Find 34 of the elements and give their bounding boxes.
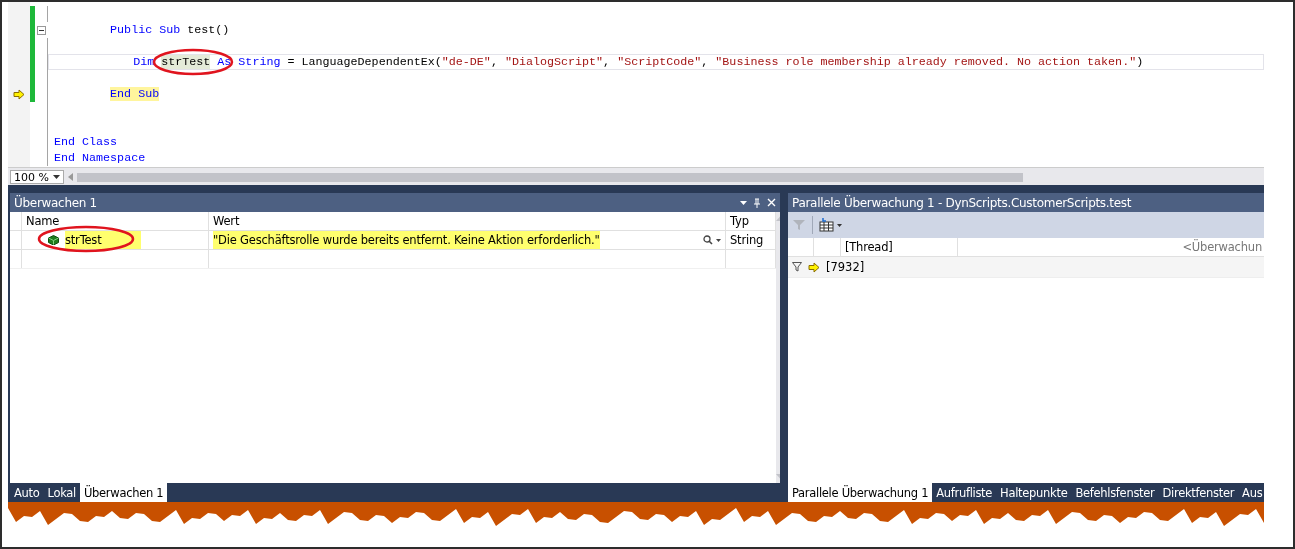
column-header[interactable]: Name [22, 212, 209, 230]
collapse-toggle-icon[interactable] [37, 25, 46, 35]
panel-tab[interactable]: Aus [1238, 483, 1267, 502]
column-header[interactable]: <Überwachun [958, 238, 1264, 256]
panel-tab[interactable]: Lokal [43, 483, 80, 502]
code-line: Public Sub test() [109, 22, 231, 38]
panel-title: Parallele Überwachung 1 - DynScripts.CustomerScripts.test [792, 195, 1133, 210]
panel-tab[interactable]: Aufrufliste [932, 483, 997, 502]
caret-icon [53, 175, 60, 179]
panel-tab[interactable]: Befehlsfenster [1071, 483, 1159, 502]
panel-tab[interactable]: Haltepunkte [996, 483, 1072, 502]
variable-value: "Die Geschäftsrolle wurde bereits entfernt. Keine Aktion erforderlich." [213, 231, 600, 249]
variable-name: strTest [65, 231, 142, 249]
scroll-left-icon[interactable] [68, 173, 73, 181]
panel-title: Überwachen 1 [14, 195, 98, 210]
pin-icon[interactable] [753, 197, 761, 208]
magnifier-icon[interactable] [703, 235, 721, 245]
scrollbar-thumb[interactable] [77, 172, 1023, 182]
panel-tab[interactable]: Auto [10, 483, 44, 502]
code-line: End Namespace [54, 150, 147, 166]
panel-tab[interactable]: Direktfenster [1158, 483, 1239, 502]
flag-filter-icon[interactable] [791, 262, 802, 272]
panel-tab[interactable]: Überwachen 1 [79, 483, 168, 502]
column-header[interactable]: [Thread] [841, 238, 958, 256]
object-icon [48, 235, 59, 245]
column-header[interactable]: Wert [209, 212, 726, 230]
thread-id: [7932] [826, 260, 865, 274]
close-icon[interactable] [767, 198, 776, 207]
add-watch-table-icon[interactable] [819, 218, 843, 232]
zoom-dropdown[interactable]: 100 % [10, 170, 64, 184]
panel-tab[interactable]: Parallele Überwachung 1 [788, 483, 933, 502]
code-line: End Class [54, 134, 119, 150]
dropdown-caret-icon[interactable] [740, 200, 747, 205]
zoom-value: 100 % [14, 170, 49, 184]
